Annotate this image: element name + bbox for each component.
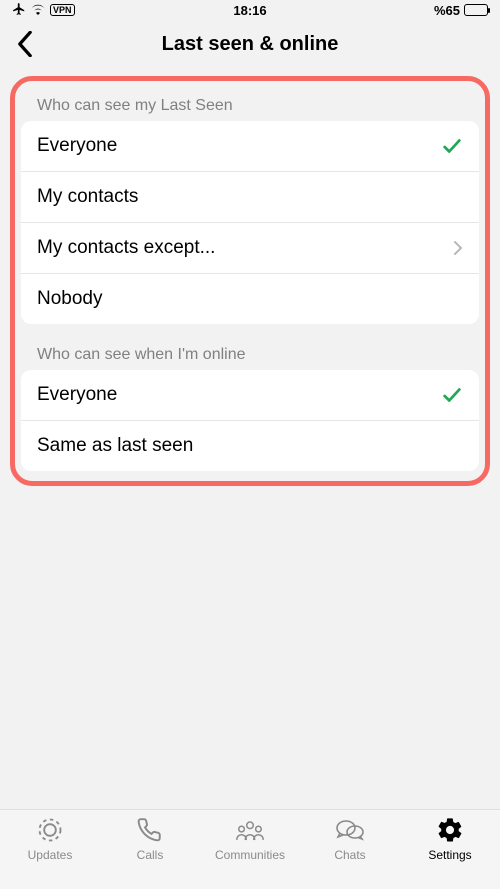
option-my-contacts-except[interactable]: My contacts except...: [21, 223, 479, 274]
chevron-right-icon: [453, 240, 463, 256]
option-label: Same as last seen: [37, 435, 193, 457]
tab-label: Settings: [428, 848, 471, 862]
tab-label: Communities: [215, 848, 285, 862]
communities-icon: [234, 814, 266, 846]
airplane-icon: [12, 2, 26, 19]
tab-label: Chats: [334, 848, 365, 862]
tab-calls[interactable]: Calls: [100, 814, 200, 889]
online-header: Who can see when I'm online: [21, 336, 479, 370]
battery-text: %65: [434, 3, 460, 18]
option-label: My contacts: [37, 186, 138, 208]
option-label: Nobody: [37, 288, 103, 310]
check-icon: [441, 384, 463, 406]
nav-bar: Last seen & online: [0, 20, 500, 68]
tab-communities[interactable]: Communities: [200, 814, 300, 889]
option-my-contacts[interactable]: My contacts: [21, 172, 479, 223]
last-seen-list: Everyone My contacts My contacts except.…: [21, 121, 479, 324]
option-same-as-last-seen[interactable]: Same as last seen: [21, 421, 479, 471]
last-seen-header: Who can see my Last Seen: [21, 87, 479, 121]
status-bar: VPN 18:16 %65: [0, 0, 500, 20]
option-nobody[interactable]: Nobody: [21, 274, 479, 324]
tab-settings[interactable]: Settings: [400, 814, 500, 889]
status-time: 18:16: [233, 3, 266, 18]
settings-icon: [434, 814, 466, 846]
option-label: My contacts except...: [37, 237, 215, 259]
updates-icon: [34, 814, 66, 846]
back-button[interactable]: [8, 27, 42, 61]
tab-label: Calls: [137, 848, 164, 862]
calls-icon: [134, 814, 166, 846]
wifi-icon: [30, 3, 46, 18]
tab-label: Updates: [28, 848, 73, 862]
tab-bar: Updates Calls Communities Chats Settings: [0, 809, 500, 889]
online-list: Everyone Same as last seen: [21, 370, 479, 471]
option-label: Everyone: [37, 384, 117, 406]
page-title: Last seen & online: [162, 33, 339, 56]
option-everyone[interactable]: Everyone: [21, 121, 479, 172]
option-label: Everyone: [37, 135, 117, 157]
chats-icon: [334, 814, 366, 846]
option-online-everyone[interactable]: Everyone: [21, 370, 479, 421]
tab-chats[interactable]: Chats: [300, 814, 400, 889]
check-icon: [441, 135, 463, 157]
battery-icon: [464, 4, 488, 16]
tab-updates[interactable]: Updates: [0, 814, 100, 889]
highlight-frame: Who can see my Last Seen Everyone My con…: [10, 76, 490, 486]
vpn-badge: VPN: [50, 4, 75, 16]
